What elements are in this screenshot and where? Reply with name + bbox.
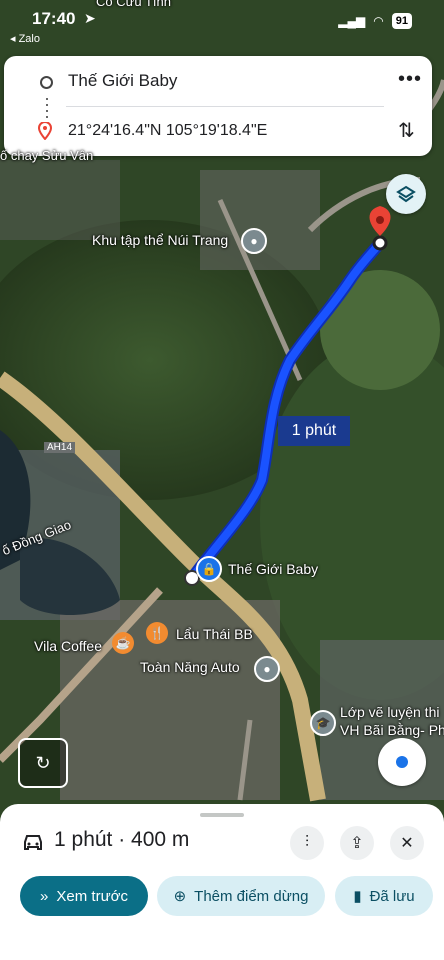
eta-badge: 1 phút [278, 416, 350, 446]
origin-field[interactable]: Thế Giới Baby [68, 71, 177, 91]
map-label-khu-tap-the[interactable]: Khu tập thể Núi Trang [92, 232, 228, 248]
more-icon[interactable]: ••• [398, 68, 422, 91]
share-button[interactable]: ⇪ [340, 826, 374, 860]
status-time: 17:40 [32, 9, 76, 28]
school-icon[interactable]: 🎓 [310, 710, 336, 736]
close-button[interactable]: ✕ [390, 826, 424, 860]
map-label-lop-ve-2[interactable]: VH Bãi Bằng- Ph [340, 722, 444, 738]
layers-button[interactable] [386, 174, 426, 214]
my-location-button[interactable] [378, 738, 426, 786]
status-bar: 17:40 ➤ ◂ Zalo ▂▄▆ ◠ 91 [0, 0, 444, 52]
route-destination-dot [372, 235, 388, 251]
bottom-sheet: 1 phút · 400 m ⫶ ⇪ ✕ » Xem trước ⊕ Thêm … [0, 804, 444, 960]
forward-icon: » [40, 887, 49, 905]
route-dots-icon [46, 98, 48, 120]
street-view-button[interactable]: ↻ [18, 738, 68, 788]
route-card: Thế Giới Baby 21°24'16.4"N 105°19'18.4"E… [4, 56, 432, 156]
map-label-lop-ve-1[interactable]: Lớp vẽ luyện thi [340, 704, 439, 720]
car-icon [24, 835, 42, 850]
map-label-the-gioi-baby[interactable]: Thế Giới Baby [228, 561, 318, 577]
divider [66, 106, 384, 107]
map-label-vila-coffee[interactable]: Vila Coffee [34, 638, 102, 654]
close-icon: ✕ [400, 835, 414, 852]
location-marker-icon[interactable]: ● [254, 656, 280, 682]
add-stop-label: Thêm điểm dừng [194, 887, 309, 905]
shopping-icon[interactable]: 🔒 [196, 556, 222, 582]
map-label-lau-thai[interactable]: Lẩu Thái BB [176, 626, 253, 642]
back-to-app-link[interactable]: ◂ Zalo [10, 32, 40, 45]
share-icon: ⇪ [350, 835, 364, 852]
map-label-suu-van: ố chay Sửu Vân [0, 148, 94, 163]
add-stop-button[interactable]: ⊕ Thêm điểm dừng [157, 876, 325, 916]
location-marker-icon[interactable]: ● [241, 228, 267, 254]
map-label-toan-nang[interactable]: Toàn Năng Auto [140, 659, 240, 675]
tune-icon: ⫶ [304, 834, 309, 851]
preview-label: Xem trước [56, 887, 128, 905]
route-options-button[interactable]: ⫶ [290, 826, 324, 860]
location-arrow-icon: ➤ [84, 10, 96, 26]
wifi-icon: ◠ [373, 14, 384, 28]
pin-icon [38, 122, 52, 140]
signal-icon: ▂▄▆ [338, 14, 366, 28]
destination-field[interactable]: 21°24'16.4"N 105°19'18.4"E [68, 122, 267, 140]
saved-button[interactable]: ▮ Đã lưu [335, 876, 433, 916]
sheet-drag-handle[interactable] [200, 813, 244, 817]
origin-circle-icon [40, 76, 53, 89]
my-location-icon [396, 756, 408, 768]
coffee-icon[interactable]: ☕ [112, 632, 134, 654]
bookmark-icon: ▮ [353, 888, 362, 905]
battery-level: 91 [391, 13, 412, 29]
street-view-icon: ↻ [35, 752, 51, 773]
route-summary: 1 phút · 400 m [54, 828, 190, 851]
add-location-icon: ⊕ [173, 888, 187, 905]
layers-icon [396, 185, 416, 203]
restaurant-icon[interactable]: 🍴 [146, 622, 168, 644]
map-label-top: Cô Cửu Tình [96, 0, 171, 9]
highway-shield-ah14: AH14 [44, 442, 76, 453]
saved-label: Đã lưu [369, 887, 415, 905]
preview-button[interactable]: » Xem trước [20, 876, 148, 916]
swap-icon[interactable]: ⇅ [398, 118, 415, 143]
